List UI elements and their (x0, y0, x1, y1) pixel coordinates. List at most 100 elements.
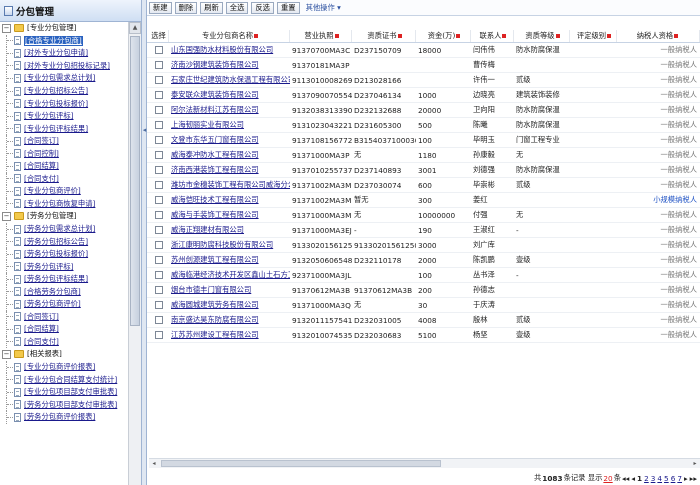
tree-item-label[interactable]: [劳务分包项目部支付审批表] (24, 400, 117, 410)
tree-item-label[interactable]: [专业分包商评价报表] (24, 362, 95, 372)
tree-item[interactable]: [专业分包商恢复申请] (0, 197, 128, 211)
toolbar-button[interactable]: 刷新 (200, 1, 223, 14)
table-row[interactable]: 南京盛达昊东防腐有限公司 91320111575414 D232031005 4008… (147, 313, 700, 328)
table-row[interactable]: 威海与手装饰工程有限公司 91371000MA3M 无 10000000 付强无一般纳税… (147, 208, 700, 223)
tree-item-label[interactable]: [合同签订] (24, 136, 59, 146)
page-size-select[interactable]: 20 (603, 474, 612, 483)
scroll-right-icon[interactable]: ▸ (690, 459, 700, 468)
tree-item[interactable]: [劳务分包需求总计划] (0, 222, 128, 236)
table-row[interactable]: 济南西港装饰工程有限公司 91370102557374 D237140893 3001… (147, 163, 700, 178)
tree-item[interactable]: [专业分包需求总计划] (0, 72, 128, 85)
tree-item[interactable]: [对外专业分包招投标记录] (0, 59, 128, 73)
table-row[interactable]: 文登市东华五门窗有限公司 91371081567720 B3154037100030… (147, 133, 700, 148)
row-checkbox[interactable] (155, 226, 163, 234)
tree-item[interactable]: [劳务分包项目部支付审批表] (0, 398, 128, 411)
cell-name[interactable]: 山东国强防水材料股份有限公司 (171, 45, 273, 55)
table-row[interactable]: 苏州创源建筑工程有限公司 91320506065480 D232110178 2000… (147, 253, 700, 268)
header-taxpayer[interactable]: 纳税人资格 (617, 30, 700, 42)
tree-item[interactable]: [专业分包商评价报表] (0, 360, 128, 374)
table-row[interactable]: 石家庄世纪建筑防水保温工程有限公司 91130100082690 D21302816… (147, 73, 700, 88)
toolbar-button[interactable]: 删除 (174, 1, 198, 14)
tree-item-label[interactable]: [对外专业分包申请] (24, 48, 88, 58)
cell-name[interactable]: 泰安联众建筑装饰有限公司 (171, 90, 259, 100)
tree-item-label[interactable]: [劳务分包投标报价] (24, 249, 88, 259)
page-link[interactable]: 2 (644, 474, 649, 483)
row-checkbox[interactable] (155, 241, 163, 249)
table-row[interactable]: 威海临港经济技术开发区鑫山土石方工程有限公司92371000MA3JL 100 丛书… (147, 268, 700, 283)
cell-name[interactable]: 上海韧丽实业有限公司 (171, 120, 244, 130)
row-checkbox[interactable] (155, 121, 163, 129)
tree-item[interactable]: [合同结算] (0, 160, 128, 173)
table-row[interactable]: 江苏苏州建设工程有限公司 91320100745350 D232030683 5100… (147, 328, 700, 343)
row-checkbox[interactable] (155, 271, 163, 279)
tree-item-label[interactable]: [合同支付] (24, 174, 59, 184)
table-row[interactable]: 潍坊市金穗装饰工程有限公司威海分公司 91371002MA3M D237030074… (147, 178, 700, 193)
tree-item-label[interactable]: [劳务分包商评价报表] (24, 412, 95, 422)
table-row[interactable]: 济南沙钢建筑装饰有限公司 91370181MA3P 曹传梅 一般纳税人 (147, 58, 700, 73)
table-row[interactable]: 泰安联众建筑装饰有限公司 91370900705543 D237046134 1000… (147, 88, 700, 103)
table-row[interactable]: 山东国强防水材料股份有限公司 91370700MA3C D237150709 1800… (147, 43, 700, 58)
tree-item[interactable]: [专业分包商评价] (0, 185, 128, 198)
row-checkbox[interactable] (155, 316, 163, 324)
row-checkbox[interactable] (155, 76, 163, 84)
tree-item[interactable]: [合同签订] (0, 310, 128, 324)
tree-group[interactable]: − [劳务分包管理] (0, 210, 128, 223)
header-cert[interactable]: 资质证书 (352, 30, 416, 42)
tree-item-label[interactable]: [专业分包商恢复申请] (24, 199, 95, 209)
tree-item[interactable]: [合同支付] (0, 172, 128, 186)
tree-item[interactable]: [合同签订] (0, 134, 128, 148)
cell-name[interactable]: 威海正翔建材有限公司 (171, 225, 244, 235)
cell-name[interactable]: 威海与手装饰工程有限公司 (171, 210, 259, 220)
tree-item[interactable]: [专业分包投标报价] (0, 97, 128, 110)
tree-item-label[interactable]: [合同结算] (24, 161, 59, 171)
tree-item-label[interactable]: [劳务分包商评价] (24, 299, 81, 309)
row-checkbox[interactable] (155, 211, 163, 219)
page-link[interactable]: 4 (657, 474, 662, 483)
tree-item-label[interactable]: [专业分包商评价] (24, 186, 81, 196)
page-link[interactable]: 5 (664, 474, 669, 483)
row-checkbox[interactable] (155, 286, 163, 294)
tree-item[interactable]: [专业分包评标] (0, 109, 128, 123)
tree-item[interactable]: [合同控制] (0, 147, 128, 161)
tree-item[interactable]: [专业分包评标结果] (0, 122, 128, 135)
tree-item[interactable]: [劳务分包投标报价] (0, 247, 128, 261)
page-link[interactable]: 6 (671, 474, 676, 483)
tree-item[interactable]: [合同支付] (0, 335, 128, 349)
tree-item[interactable]: [劳务分包商评价] (0, 298, 128, 311)
toolbar-button[interactable]: 重置 (276, 1, 300, 14)
collapse-icon[interactable]: − (2, 211, 11, 221)
page-link[interactable]: 3 (651, 474, 656, 483)
header-name[interactable]: 专业分包商名称 (169, 30, 290, 42)
tree-item-label[interactable]: [合同支付] (24, 337, 59, 347)
cell-name[interactable]: 南京盛达昊东防腐有限公司 (171, 315, 259, 325)
sidebar-scrollbar[interactable]: ▲ (128, 22, 141, 485)
row-checkbox[interactable] (155, 151, 163, 159)
table-row[interactable]: 阿尔法新材料江苏有限公司 91320383133906 D232132688 2000… (147, 103, 700, 118)
row-checkbox[interactable] (155, 136, 163, 144)
header-license[interactable]: 营业执照 (290, 30, 352, 42)
tree-item-label[interactable]: [劳务分包招标公告] (24, 237, 88, 247)
row-checkbox[interactable] (155, 331, 163, 339)
tree-group[interactable]: − [相关报表] (0, 348, 128, 361)
toolbar-button[interactable]: 新建 (149, 1, 172, 14)
cell-name[interactable]: 威海圆城建筑劳务有限公司 (171, 300, 259, 310)
tree-item[interactable]: [专业分包招标公告] (0, 84, 128, 98)
header-contact[interactable]: 联系人 (471, 30, 514, 42)
next-page-icon[interactable]: ▸ (684, 474, 688, 483)
row-checkbox[interactable] (155, 196, 163, 204)
row-checkbox[interactable] (155, 256, 163, 264)
table-row[interactable]: 浙江康明防腐科技股份有限公司 91330201561250 913302015612… (147, 238, 700, 253)
table-row[interactable]: 威海圆城建筑劳务有限公司 91371000MA3Q 无 30 于庆涛 一般纳税人 (147, 298, 700, 313)
row-checkbox[interactable] (155, 166, 163, 174)
tree-item[interactable]: [合格专业分包商] (0, 34, 128, 48)
tree-item-label[interactable]: [劳务分包评标结果] (24, 274, 88, 284)
table-row[interactable]: 威海正翔建材有限公司 91371000MA3EJ -190 王淑红 - 一般纳税人 (147, 223, 700, 238)
hscroll-thumb[interactable] (161, 460, 441, 467)
tree-item[interactable]: [合同结算] (0, 323, 128, 336)
tree-item-label[interactable]: [劳务分包评标] (24, 262, 73, 272)
header-evaluation[interactable]: 评定级别 (570, 30, 617, 42)
scrollbar-thumb[interactable] (130, 36, 140, 326)
tree-item-label[interactable]: [专业分包评标结果] (24, 124, 88, 134)
tree-item[interactable]: [劳务分包商评价报表] (0, 410, 128, 424)
header-qualification[interactable]: 资质等级 (514, 30, 570, 42)
